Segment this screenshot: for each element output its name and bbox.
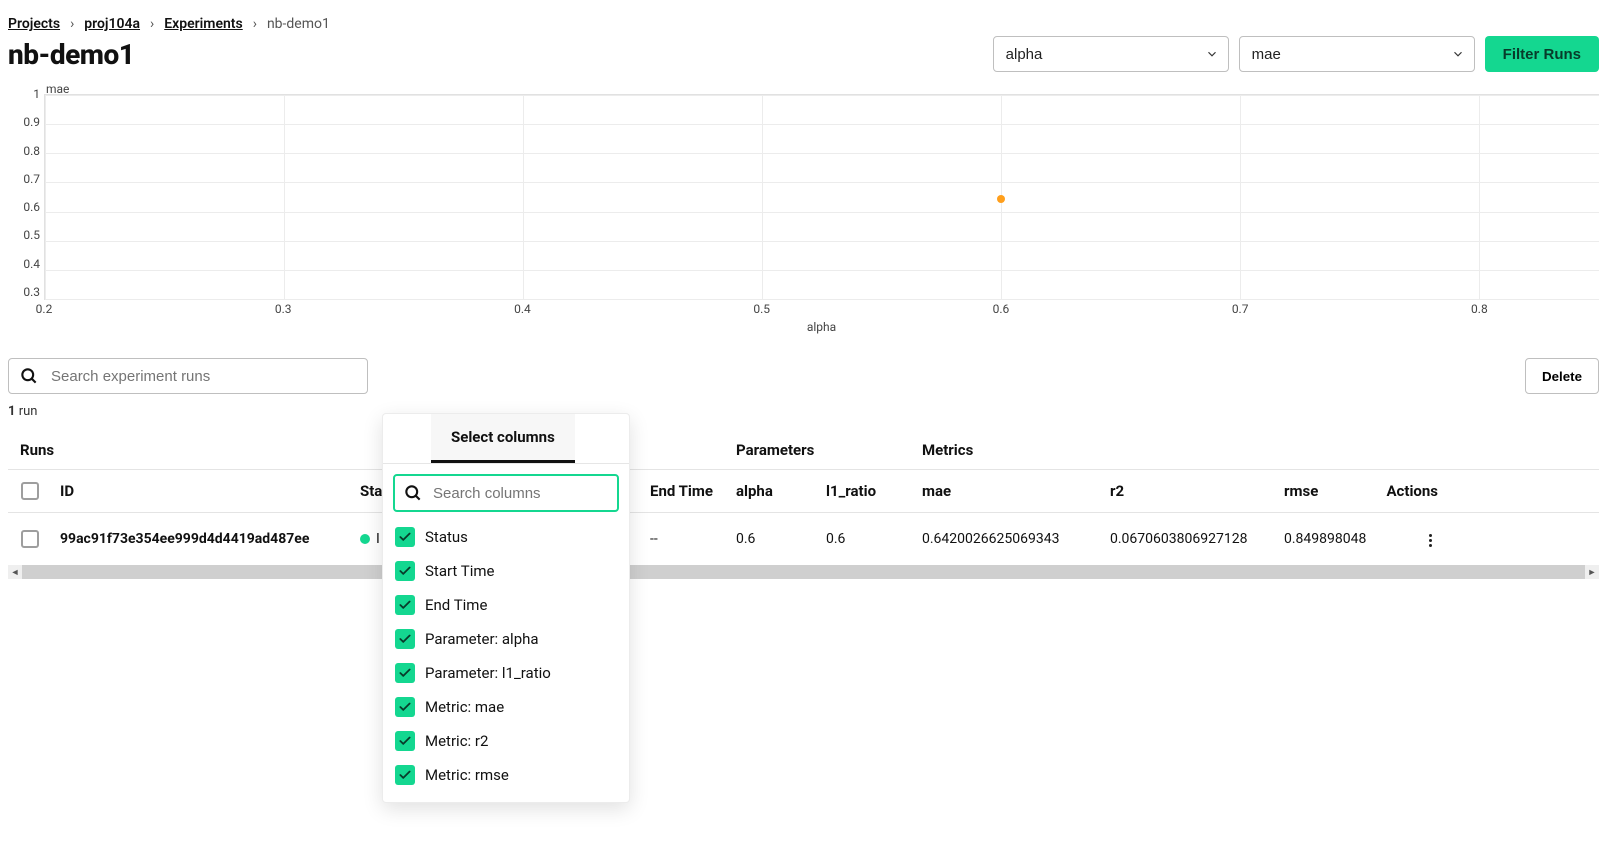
popover-column-label: Parameter: l1_ratio [425,664,551,682]
select-columns-popover: Select columns Status Start Time End Time P… [382,413,630,803]
checkbox-checked-icon[interactable] [395,731,415,751]
cell-l1-ratio: 0.6 [818,519,914,559]
chevron-right-icon: › [150,16,154,32]
popover-column-label: Start Time [425,562,494,580]
search-row: Delete [8,358,1599,394]
run-count: 1 run [8,404,1599,419]
table-column-header: ID Sta End Time alpha l1_ratio mae r2 rm… [8,470,1599,513]
x-param-select[interactable] [993,36,1229,72]
chart-xtick: 0.8 [1471,302,1488,316]
popover-column-item[interactable]: Parameter: alpha [383,622,629,656]
runs-table: Runs Parameters Metrics ID Sta End Time … [8,429,1599,579]
cell-id[interactable]: 99ac91f73e354ee999d4d4419ad487ee [52,519,352,559]
cell-actions [1376,513,1446,565]
y-metric-select[interactable] [1239,36,1475,72]
chart-xtick: 0.2 [36,302,53,316]
group-parameters: Parameters [728,429,914,469]
popover-column-label: End Time [425,596,487,614]
chart-y-ticks: 10.90.80.70.60.50.40.3 [8,86,44,292]
chart-xtick: 0.3 [275,302,292,316]
chart-xtick: 0.7 [1232,302,1249,316]
cell-end-time: -- [642,519,728,559]
popover-column-item[interactable]: End Time [383,588,629,622]
breadcrumb-current: nb-demo1 [267,16,330,32]
popover-column-item[interactable]: Metric: rmse [383,758,629,792]
checkbox-checked-icon[interactable] [395,663,415,683]
chart: mae 10.90.80.70.60.50.40.3 0.20.30.40.50… [8,86,1599,334]
checkbox-checked-icon[interactable] [395,527,415,547]
popover-column-label: Metric: r2 [425,732,488,750]
cell-r2: 0.0670603806927128 [1102,519,1276,559]
col-alpha[interactable]: alpha [728,470,818,512]
checkbox-checked-icon[interactable] [395,765,415,785]
search-icon [19,366,39,386]
popover-column-label: Parameter: alpha [425,630,539,648]
popover-column-item[interactable]: Parameter: l1_ratio [383,656,629,690]
run-count-number: 1 [8,404,15,419]
checkbox-checked-icon[interactable] [395,629,415,649]
table-group-header: Runs Parameters Metrics [8,429,1599,470]
chevron-right-icon: › [253,16,257,32]
delete-button[interactable]: Delete [1525,358,1599,394]
chart-x-ticks: 0.20.30.40.50.60.70.8 [44,300,1599,318]
breadcrumb: Projects › proj104a › Experiments › nb-d… [8,16,1599,32]
cell-rmse: 0.849898048 [1276,519,1376,559]
group-metrics: Metrics [914,429,1599,469]
popover-column-label: Metric: mae [425,698,504,716]
col-select-all[interactable] [8,470,52,512]
row-checkbox[interactable] [21,530,39,548]
chart-xtick: 0.6 [993,302,1010,316]
col-id[interactable]: ID [52,470,352,512]
popover-column-item[interactable]: Metric: r2 [383,724,629,758]
popover-column-label: Status [425,528,468,546]
popover-column-label: Metric: rmse [425,766,509,784]
search-icon [403,483,423,503]
col-end-time[interactable]: End Time [642,470,728,512]
header-row: nb-demo1 Filter Runs [8,36,1599,72]
scroll-left-arrow[interactable]: ◄ [8,565,22,579]
row-actions-menu[interactable] [1423,528,1438,553]
col-mae[interactable]: mae [914,470,1102,512]
chevron-right-icon: › [70,16,74,32]
popover-column-item[interactable]: Metric: mae [383,690,629,724]
filter-controls: Filter Runs [993,36,1599,72]
search-runs-box[interactable] [8,358,368,394]
checkbox-checked-icon[interactable] [395,697,415,717]
col-l1-ratio[interactable]: l1_ratio [818,470,914,512]
col-rmse[interactable]: rmse [1276,470,1376,512]
scroll-right-arrow[interactable]: ► [1585,565,1599,579]
popover-search-box[interactable] [393,474,619,512]
checkbox-checked-icon[interactable] [395,561,415,581]
popover-tabbar: Select columns [383,414,629,464]
horizontal-scrollbar[interactable]: ◄ ► [8,565,1599,579]
checkbox-checked-icon[interactable] [395,595,415,615]
breadcrumb-projects[interactable]: Projects [8,16,60,32]
popover-search-input[interactable] [431,484,634,503]
cell-alpha: 0.6 [728,519,818,559]
run-count-label: run [19,404,38,419]
chart-xtick: 0.4 [514,302,531,316]
popover-column-list: Status Start Time End Time Parameter: alpha… [383,520,629,792]
col-r2[interactable]: r2 [1102,470,1276,512]
breadcrumb-project[interactable]: proj104a [84,16,140,32]
chart-x-title: alpha [44,320,1599,334]
select-all-checkbox[interactable] [21,482,39,500]
breadcrumb-experiments[interactable]: Experiments [164,16,242,32]
search-runs-input[interactable] [49,367,357,386]
page-title: nb-demo1 [8,38,993,71]
popover-column-item[interactable]: Status [383,520,629,554]
scroll-track[interactable] [22,565,1585,579]
filter-runs-button[interactable]: Filter Runs [1485,36,1599,72]
table-row[interactable]: 99ac91f73e354ee999d4d4419ad487ee I -- 0.… [8,513,1599,565]
col-actions: Actions [1376,470,1446,512]
chart-plot-area[interactable] [44,94,1599,300]
popover-column-item[interactable]: Start Time [383,554,629,588]
chart-point[interactable] [997,195,1005,203]
cell-status-text: I [376,531,380,547]
status-dot-icon [360,534,370,544]
group-runs: Runs [8,429,352,469]
select-columns-tab[interactable]: Select columns [431,414,575,463]
chart-xtick: 0.5 [753,302,770,316]
cell-mae: 0.6420026625069343 [914,519,1102,559]
